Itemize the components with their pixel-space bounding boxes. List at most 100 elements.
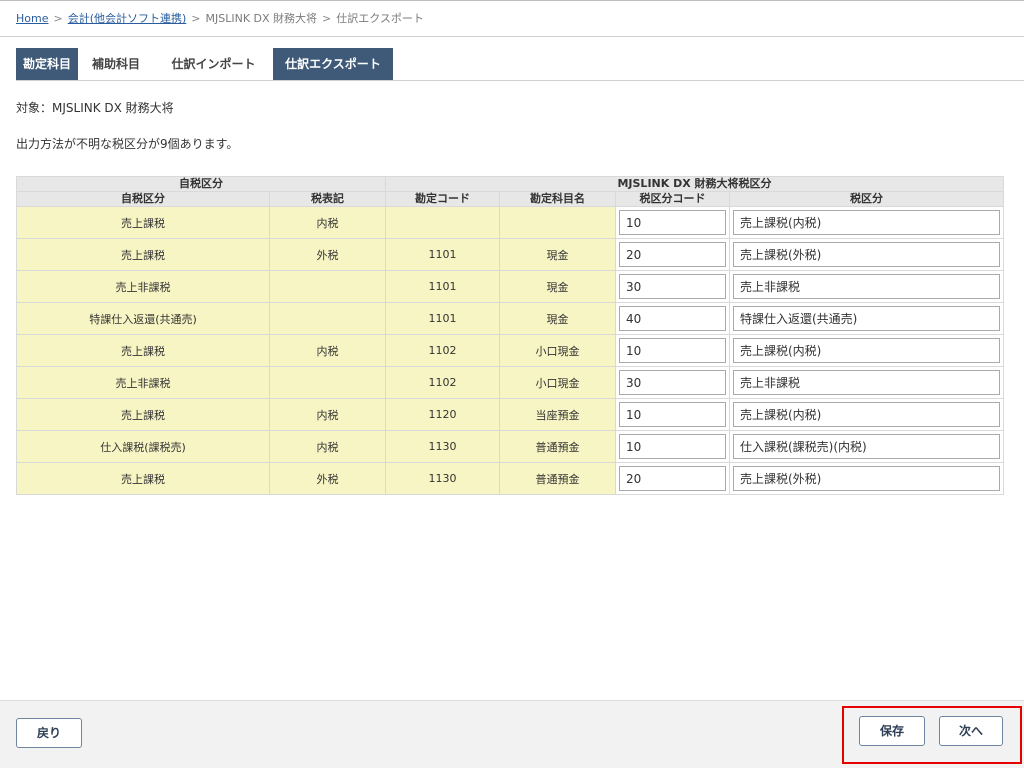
tax-mapping-table: 自税区分 MJSLINK DX 財務大将税区分 自税区分 税表記 勘定コード 勘…	[16, 176, 1005, 495]
tax-code-input[interactable]	[619, 402, 726, 427]
tax-class-input[interactable]	[733, 274, 1001, 299]
tax-code-input[interactable]	[619, 210, 726, 235]
own-tax-cell: 仕入課税(課税売)	[16, 430, 270, 463]
column-header-tax-code: 税区分コード	[615, 191, 730, 207]
column-header-tax-class: 税区分	[728, 191, 1005, 207]
tax-class-cell	[728, 462, 1005, 495]
own-tax-group-header: 自税区分	[16, 176, 386, 192]
breadcrumb: Home > 会計(他会計ソフト連携) > MJSLINK DX 財務大将 > 仕訳エクスポ…	[16, 10, 424, 26]
own-tax-cell: 売上課税	[16, 334, 270, 367]
own-tax-cell: 売上課税	[16, 398, 270, 431]
column-header-tax-notation: 税表記	[269, 191, 386, 207]
column-header-account-name: 勘定科目名	[499, 191, 616, 207]
breadcrumb-separator: >	[53, 12, 63, 25]
tax-code-input[interactable]	[619, 274, 726, 299]
tax-notation-cell	[269, 366, 386, 399]
tax-class-input[interactable]	[733, 242, 1001, 267]
tax-notation-cell: 内税	[269, 334, 386, 367]
table-row: 仕入課税(課税売) 内税 1130 普通預金	[16, 430, 1005, 463]
tax-class-input[interactable]	[733, 210, 1001, 235]
tax-notation-cell: 外税	[269, 238, 386, 271]
account-name-cell: 普通預金	[499, 462, 616, 495]
breadcrumb-current: 仕訳エクスポート	[336, 12, 424, 25]
tax-code-cell	[615, 206, 730, 239]
tax-code-input[interactable]	[619, 370, 726, 395]
account-name-cell: 現金	[499, 302, 616, 335]
top-border	[0, 0, 1024, 1]
tax-class-cell	[728, 206, 1005, 239]
tax-notation-cell: 内税	[269, 206, 386, 239]
account-name-cell: 小口現金	[499, 334, 616, 367]
tax-code-cell	[615, 334, 730, 367]
tax-code-cell	[615, 302, 730, 335]
table-row: 売上課税 内税	[16, 206, 1005, 239]
mjs-tax-group-header: MJSLINK DX 財務大将税区分	[384, 176, 1005, 192]
breadcrumb-divider	[0, 36, 1024, 37]
back-button[interactable]: 戻り	[16, 718, 82, 748]
account-code-cell	[385, 206, 500, 239]
tax-notation-cell	[269, 270, 386, 303]
next-button[interactable]: 次へ	[939, 716, 1003, 746]
tax-code-input[interactable]	[619, 338, 726, 363]
breadcrumb-separator: >	[322, 12, 332, 25]
tax-class-cell	[728, 398, 1005, 431]
tab-journal-import[interactable]: 仕訳インポート	[154, 48, 273, 80]
tax-code-cell	[615, 398, 730, 431]
account-code-cell: 1120	[385, 398, 500, 431]
tax-class-input[interactable]	[733, 338, 1001, 363]
tax-class-cell	[728, 334, 1005, 367]
own-tax-cell: 特課仕入返還(共通売)	[16, 302, 270, 335]
tax-notation-cell	[269, 302, 386, 335]
breadcrumb-accounting-link[interactable]: 会計(他会計ソフト連携)	[68, 12, 187, 25]
column-header-own-tax: 自税区分	[16, 191, 270, 207]
tax-code-cell	[615, 366, 730, 399]
table-row: 売上非課税 1102 小口現金	[16, 366, 1005, 399]
tab-sub-accounts[interactable]: 補助科目	[78, 48, 154, 80]
own-tax-cell: 売上課税	[16, 238, 270, 271]
notice-message: 出力方法が不明な税区分が9個あります。	[16, 137, 239, 151]
tax-class-input[interactable]	[733, 306, 1001, 331]
table-header-row: 自税区分 税表記 勘定コード 勘定科目名 税区分コード 税区分	[16, 191, 1005, 207]
account-code-cell: 1101	[385, 302, 500, 335]
account-code-cell: 1102	[385, 366, 500, 399]
target-label: 対象：MJSLINK DX 財務大将	[16, 101, 174, 115]
account-name-cell: 現金	[499, 270, 616, 303]
tab-accounts[interactable]: 勘定科目	[16, 48, 78, 80]
account-name-cell: 現金	[499, 238, 616, 271]
tax-code-cell	[615, 462, 730, 495]
tax-class-input[interactable]	[733, 466, 1001, 491]
tax-class-input[interactable]	[733, 434, 1001, 459]
account-name-cell: 小口現金	[499, 366, 616, 399]
breadcrumb-software: MJSLINK DX 財務大将	[205, 12, 318, 25]
tax-code-input[interactable]	[619, 434, 726, 459]
account-name-cell: 当座預金	[499, 398, 616, 431]
tax-notation-cell: 内税	[269, 430, 386, 463]
tax-class-cell	[728, 238, 1005, 271]
tax-class-cell	[728, 430, 1005, 463]
tab-journal-export[interactable]: 仕訳エクスポート	[273, 48, 393, 80]
account-name-cell	[499, 206, 616, 239]
breadcrumb-home-link[interactable]: Home	[16, 12, 48, 25]
tax-code-cell	[615, 430, 730, 463]
tax-class-cell	[728, 270, 1005, 303]
tab-divider	[16, 80, 1024, 81]
account-code-cell: 1101	[385, 238, 500, 271]
column-header-account-code: 勘定コード	[385, 191, 500, 207]
account-code-cell: 1130	[385, 430, 500, 463]
save-button[interactable]: 保存	[859, 716, 925, 746]
table-row: 売上非課税 1101 現金	[16, 270, 1005, 303]
own-tax-cell: 売上非課税	[16, 270, 270, 303]
tax-class-input[interactable]	[733, 402, 1001, 427]
tax-code-input[interactable]	[619, 466, 726, 491]
account-code-cell: 1102	[385, 334, 500, 367]
tax-code-cell	[615, 270, 730, 303]
tax-notation-cell: 外税	[269, 462, 386, 495]
own-tax-cell: 売上非課税	[16, 366, 270, 399]
tax-code-input[interactable]	[619, 242, 726, 267]
tax-class-cell	[728, 366, 1005, 399]
own-tax-cell: 売上課税	[16, 462, 270, 495]
table-group-header-row: 自税区分 MJSLINK DX 財務大将税区分	[16, 176, 1005, 192]
tax-class-input[interactable]	[733, 370, 1001, 395]
tax-code-input[interactable]	[619, 306, 726, 331]
tax-code-cell	[615, 238, 730, 271]
